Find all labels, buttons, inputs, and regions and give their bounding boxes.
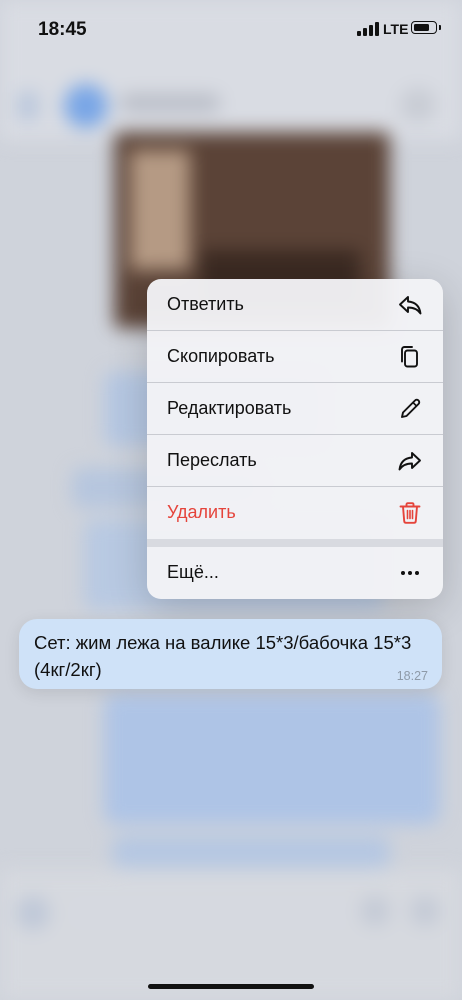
status-bar: 18:45 LTE (0, 0, 462, 60)
menu-item-label: Ещё... (167, 562, 219, 582)
menu-item-label: Редактировать (167, 398, 292, 418)
reply-icon (399, 296, 422, 315)
menu-item-label: Ответить (167, 294, 244, 314)
trash-icon (399, 502, 421, 524)
copy-icon (401, 346, 418, 368)
message-text: Сет: жим лежа на валике 15*3/бабочка 15*… (34, 632, 412, 680)
menu-item-edit[interactable]: Редактировать (147, 383, 443, 435)
status-time: 18:45 (38, 19, 87, 40)
signal-icon (357, 22, 379, 36)
menu-item-more[interactable]: Ещё... (147, 547, 443, 599)
message-context-menu: Ответить Скопировать Редактировать Перес… (147, 279, 443, 599)
menu-item-label: Скопировать (167, 346, 275, 366)
menu-item-forward[interactable]: Переслать (147, 435, 443, 487)
home-indicator[interactable] (148, 984, 314, 989)
message-timestamp: 18:27 (396, 669, 428, 683)
forward-icon (398, 452, 421, 471)
menu-item-delete[interactable]: Удалить (147, 487, 443, 539)
selected-message-bubble[interactable]: Сет: жим лежа на валике 15*3/бабочка 15*… (19, 619, 442, 689)
menu-item-reply[interactable]: Ответить (147, 279, 443, 331)
network-type: LTE (383, 21, 409, 37)
menu-item-copy[interactable]: Скопировать (147, 331, 443, 383)
ellipsis-icon (401, 571, 419, 575)
menu-item-label: Удалить (167, 502, 236, 522)
menu-separator (147, 539, 443, 547)
menu-item-label: Переслать (167, 450, 257, 470)
pencil-icon (401, 398, 421, 418)
battery-icon (411, 21, 437, 34)
